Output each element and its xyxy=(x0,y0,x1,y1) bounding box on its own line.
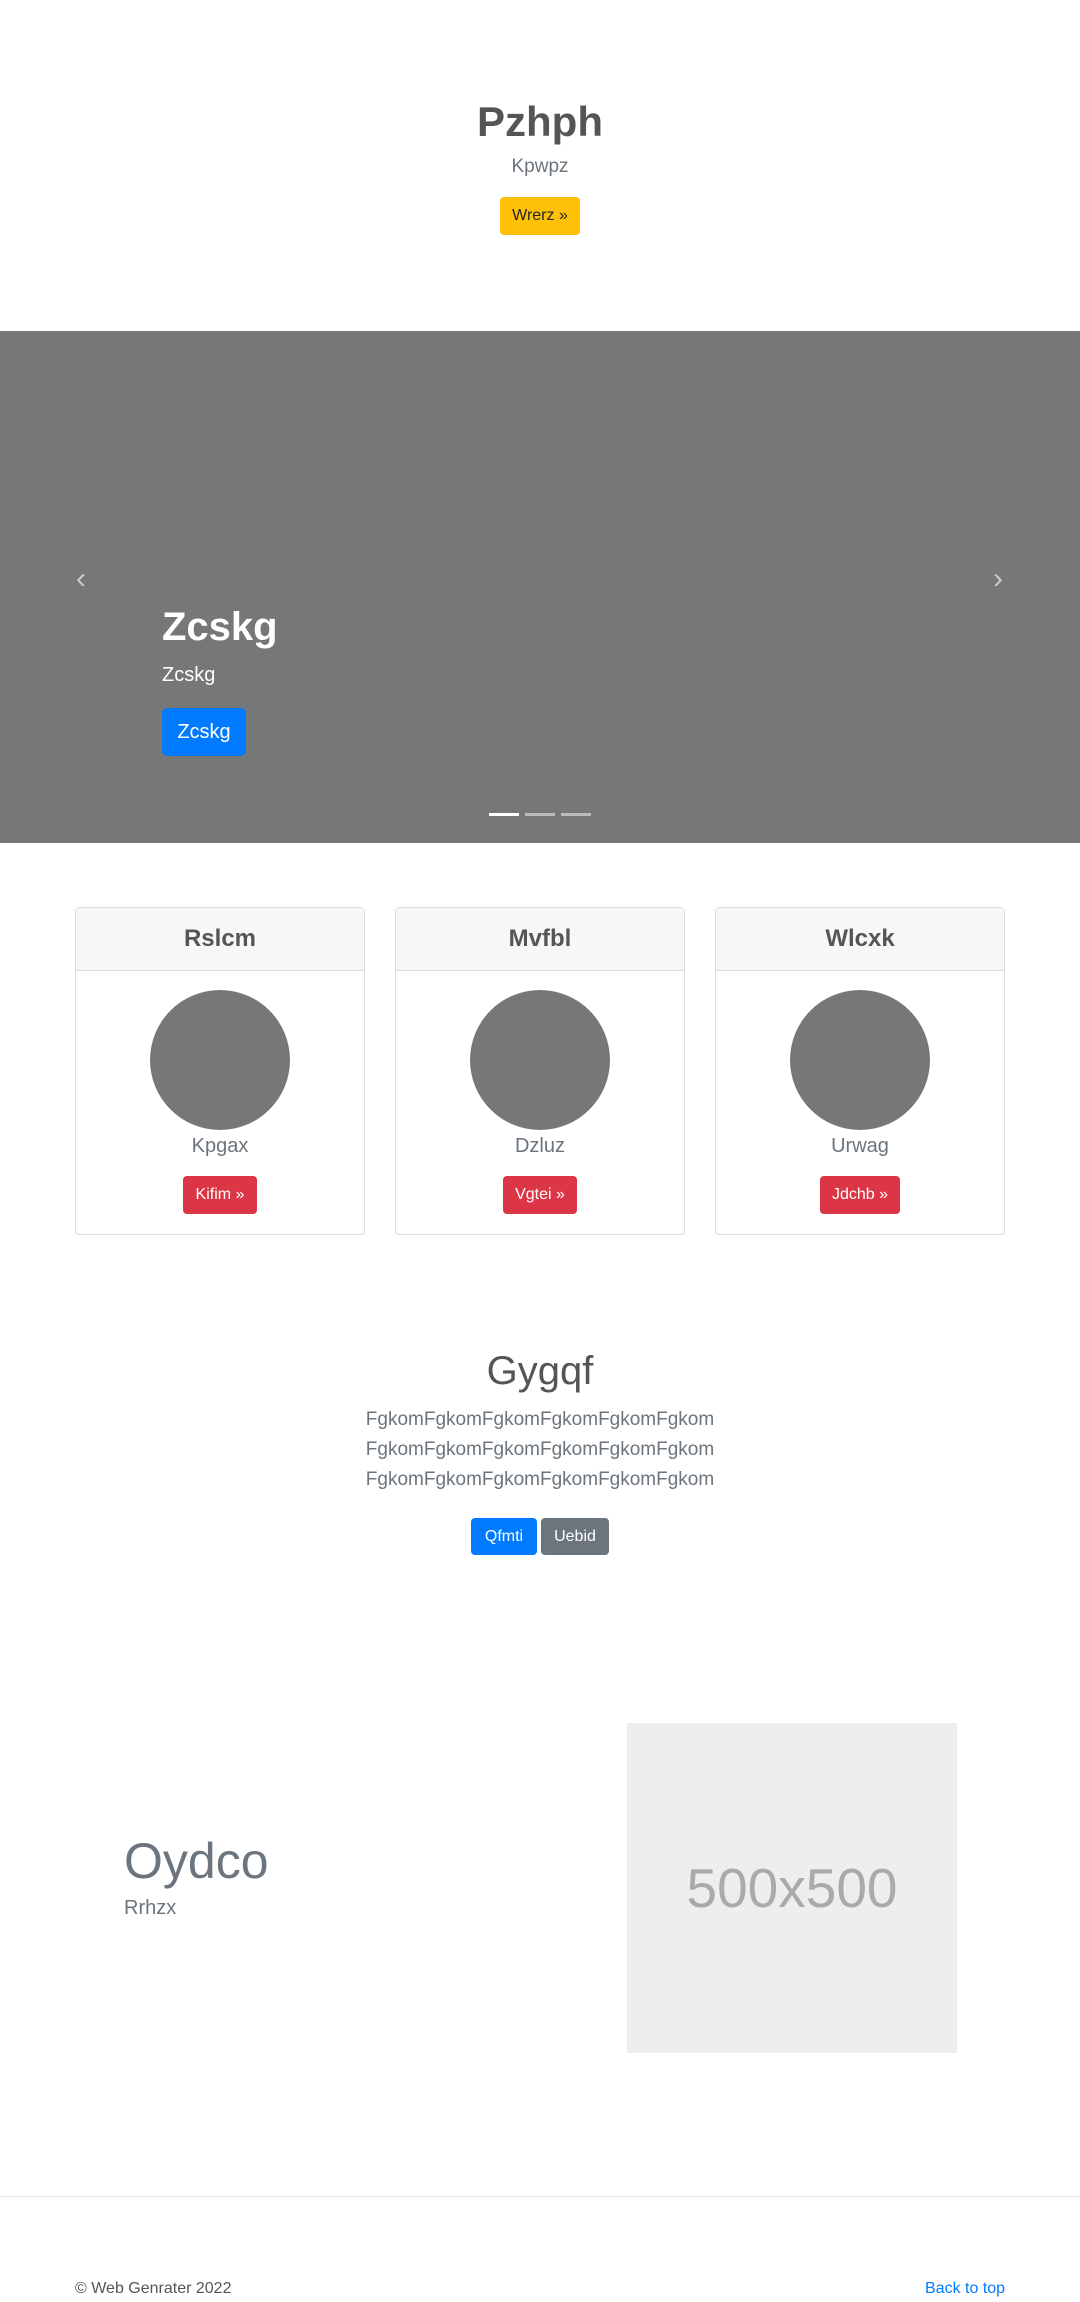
carousel-indicators xyxy=(489,813,591,819)
feature-title: Oydco xyxy=(124,1833,269,1889)
hero-section: Pzhph Kpwpz Wrerz » xyxy=(0,0,1080,331)
primary-button[interactable]: Qfmti xyxy=(471,1518,537,1555)
hero-subtitle: Kpwpz xyxy=(511,156,569,177)
card-text: Dzluz xyxy=(514,1135,565,1157)
card-avatar xyxy=(790,990,930,1130)
carousel-indicator[interactable] xyxy=(525,813,555,816)
carousel-indicator[interactable] xyxy=(561,813,591,816)
section-text-line: FgkomFgkomFgkomFgkomFgkomFgkom xyxy=(365,1439,715,1460)
section-text: FgkomFgkomFgkomFgkomFgkomFgkom FgkomFgko… xyxy=(0,1405,1080,1495)
card-button[interactable]: Jdchb » xyxy=(820,1176,900,1214)
card-header: Mvfbl xyxy=(396,908,684,971)
carousel-next-icon[interactable]: › xyxy=(983,564,1013,594)
card-avatar xyxy=(470,990,610,1130)
card-header: Rslcm xyxy=(76,908,364,971)
carousel: ‹ › Zcskg Zcskg Zcskg xyxy=(0,331,1080,843)
card-text: Kpgax xyxy=(191,1135,249,1157)
card: Mvfbl Dzluz Vgtei » xyxy=(395,907,685,1235)
section-title: Gygqf xyxy=(486,1349,594,1393)
feature-subtitle: Rrhzx xyxy=(124,1897,177,1919)
carousel-indicator[interactable] xyxy=(489,813,519,816)
card-header: Wlcxk xyxy=(716,908,1004,971)
section-text-line: FgkomFgkomFgkomFgkomFgkomFgkom xyxy=(365,1469,715,1490)
section-text-line: FgkomFgkomFgkomFgkomFgkomFgkom xyxy=(365,1409,715,1430)
carousel-caption-title: Zcskg xyxy=(162,605,278,649)
hero-title: Pzhph xyxy=(477,98,603,145)
carousel-caption-button[interactable]: Zcskg xyxy=(162,708,246,756)
card-text: Urwag xyxy=(831,1135,889,1157)
back-to-top-link[interactable]: Back to top xyxy=(925,2280,1005,2298)
card-button[interactable]: Kifim » xyxy=(183,1176,257,1214)
feature-image-placeholder: 500x500 xyxy=(627,1723,957,2053)
card: Rslcm Kpgax Kifim » xyxy=(75,907,365,1235)
secondary-button[interactable]: Uebid xyxy=(541,1518,609,1555)
carousel-caption-subtitle: Zcskg xyxy=(162,664,216,686)
card-button[interactable]: Vgtei » xyxy=(503,1176,577,1214)
card: Wlcxk Urwag Jdchb » xyxy=(715,907,1005,1235)
card-avatar xyxy=(150,990,290,1130)
footer-copyright: © Web Genrater 2022 xyxy=(75,2280,232,2297)
hero-button[interactable]: Wrerz » xyxy=(500,197,580,235)
carousel-prev-icon[interactable]: ‹ xyxy=(66,564,96,594)
footer-divider xyxy=(0,2196,1080,2197)
